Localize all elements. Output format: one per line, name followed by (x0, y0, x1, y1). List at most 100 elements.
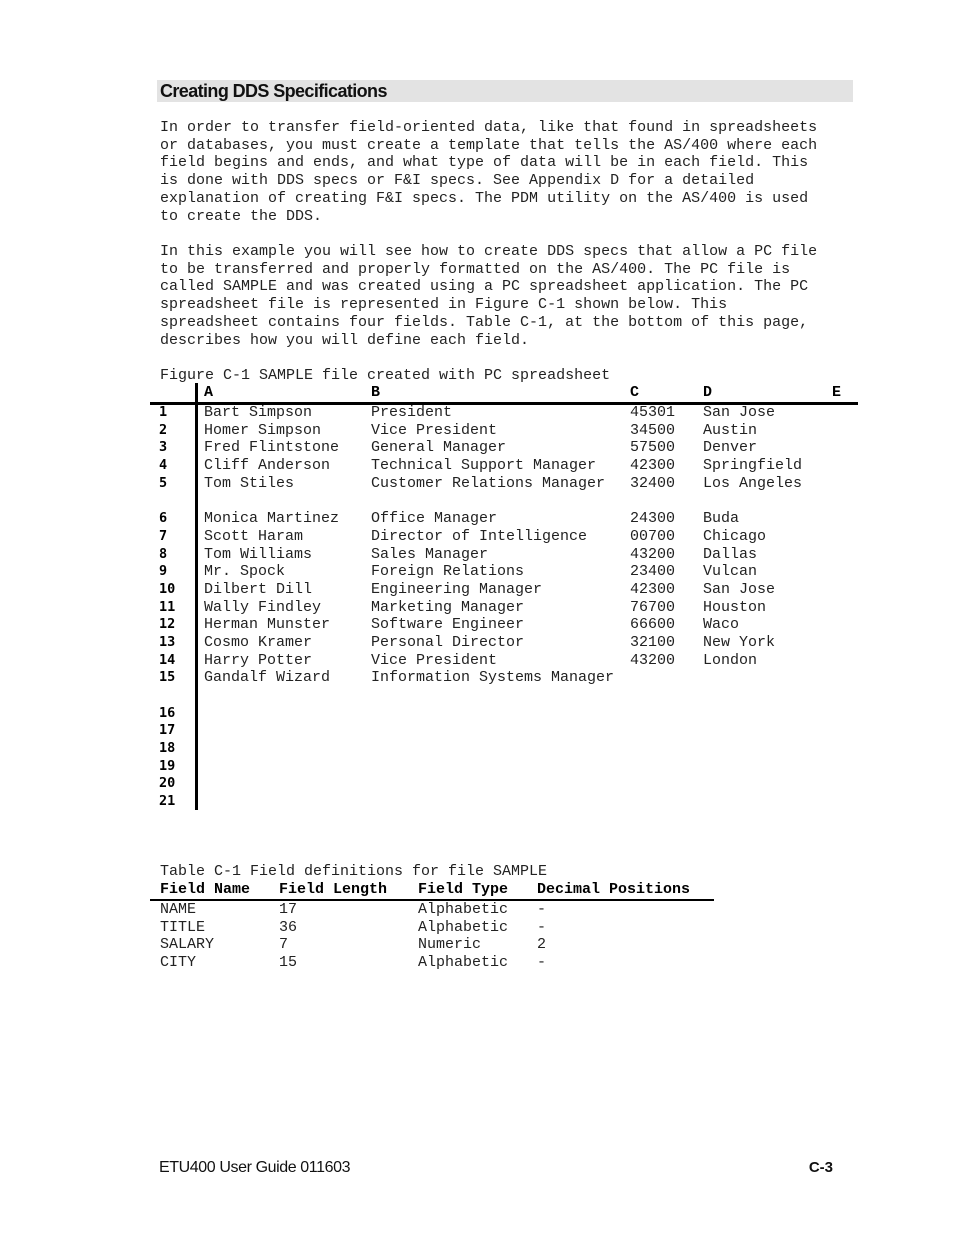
row-number: 5 (159, 474, 168, 491)
page-number: C-3 (808, 1159, 833, 1176)
spreadsheet-row: 13 Cosmo Kramer Personal Director 32100 New … (150, 634, 860, 652)
column-header-e: E (832, 384, 842, 401)
cell-salary: 23400 (630, 563, 676, 581)
field-type-cell: Alphabetic (418, 918, 509, 936)
cell-title: Technical Support Manager (371, 457, 597, 475)
figure-caption: Figure C-1 SAMPLE file created with PC s… (160, 367, 611, 384)
cell-name: Mr. Spock (204, 563, 286, 581)
decimal-positions-cell: - (537, 918, 547, 936)
cell-title: Vice President (371, 651, 498, 669)
spreadsheet-row: 15 Gandalf Wizard Information Systems Mana… (150, 669, 860, 704)
row-number: 10 (159, 580, 176, 597)
spreadsheet-row: 14 Harry Potter Vice President 43200 London (150, 652, 860, 670)
cell-city: Chicago (703, 527, 767, 545)
cell-title: Marketing Manager (371, 598, 525, 616)
spreadsheet-row: 19 (150, 758, 860, 776)
field-type-cell: Numeric (418, 936, 482, 954)
cell-city: New York (703, 633, 776, 651)
column-header-d: D (703, 384, 713, 401)
column-header-c: C (630, 384, 640, 401)
cell-name: Herman Munster (204, 616, 331, 634)
row-number: 15 (159, 669, 176, 686)
spreadsheet-row: 1 Bart Simpson President 45301 San Jose (150, 404, 860, 422)
spreadsheet-row: 12 Herman Munster Software Engineer 66600 Wa… (150, 616, 860, 634)
section-title: Creating DDS Specifications (160, 81, 387, 101)
cell-salary: 34500 (630, 421, 676, 439)
cell-name: Homer Simpson (204, 421, 322, 439)
cell-salary: 43200 (630, 545, 676, 563)
table-row: SALARY 7 Numeric 2 (150, 936, 715, 954)
row-number: 21 (159, 793, 176, 810)
row-number: 17 (159, 722, 176, 739)
header-field-type: Field Type (418, 881, 509, 898)
cell-title: Sales Manager (371, 545, 489, 563)
field-length-cell: 7 (279, 936, 289, 954)
row-number: 2 (159, 421, 168, 438)
cell-name: Tom Williams (204, 545, 313, 563)
cell-name: Cosmo Kramer (204, 633, 313, 651)
field-name-cell: NAME (160, 901, 197, 918)
table-row: NAME 17 Alphabetic - (150, 901, 715, 919)
decimal-positions-cell: - (537, 954, 547, 972)
row-number: 8 (159, 545, 168, 562)
field-type-cell: Alphabetic (418, 954, 509, 972)
cell-salary: 00700 (630, 527, 676, 545)
cell-title: Personal Director (371, 633, 525, 651)
row-number: 20 (159, 775, 176, 792)
spreadsheet-row: 9 Mr. Spock Foreign Relations 23400 Vulcan (150, 563, 860, 581)
spreadsheet-row: 18 (150, 740, 860, 758)
spreadsheet-row: 4 Cliff Anderson Technical Support Manager… (150, 457, 860, 475)
cell-name: Gandalf Wizard (204, 669, 331, 687)
cell-name: Tom Stiles (204, 474, 295, 492)
cell-city: Buda (703, 510, 740, 528)
spreadsheet-row: 6 Monica Martinez Office Manager 24300 Buda (150, 510, 860, 528)
cell-city: Dallas (703, 545, 758, 563)
field-type-cell: Alphabetic (418, 901, 509, 918)
row-number: 3 (159, 439, 168, 456)
cell-city: Houston (703, 598, 767, 616)
table-rows: NAME 17 Alphabetic - TITLE 36 Alphabetic - SALAR… (150, 901, 715, 972)
field-length-cell: 17 (279, 901, 298, 918)
spreadsheet-row: 20 (150, 775, 860, 793)
cell-title: Engineering Manager (371, 580, 543, 598)
cell-name: Harry Potter (204, 651, 313, 669)
cell-title: Director of Intelligence (371, 527, 588, 545)
cell-name: Cliff Anderson (204, 457, 331, 475)
cell-name: Bart Simpson (204, 404, 313, 421)
spreadsheet-row: 8 Tom Williams Sales Manager 43200 Dallas (150, 546, 860, 564)
cell-salary: 32400 (630, 474, 676, 492)
cell-title: Information Systems Manager (371, 669, 615, 687)
row-number: 6 (159, 510, 168, 527)
row-number: 1 (159, 404, 168, 420)
cell-name: Fred Flintstone (204, 439, 340, 457)
intro-paragraph: In order to transfer field-oriented data… (160, 119, 818, 225)
cell-salary: 57500 (630, 439, 676, 457)
decimal-positions-cell: - (537, 901, 547, 918)
cell-salary: 42300 (630, 580, 676, 598)
cell-salary: 45301 (630, 404, 676, 421)
cell-title: Office Manager (371, 510, 498, 528)
spreadsheet-row: 21 (150, 793, 860, 811)
spreadsheet-row: 2 Homer Simpson Vice President 34500 Austin (150, 422, 860, 440)
cell-name: Dilbert Dill (204, 580, 313, 598)
cell-title: President (371, 404, 453, 421)
row-number: 13 (159, 633, 176, 650)
cell-title: Vice President (371, 421, 498, 439)
section-header: Creating DDS Specifications (157, 80, 853, 102)
field-name-cell: CITY (160, 954, 197, 972)
spreadsheet-row: 3 Fred Flintstone General Manager 57500 Denv… (150, 439, 860, 457)
row-number: 11 (159, 598, 176, 615)
spreadsheet-rows: 1 Bart Simpson President 45301 San Jose 2 Home… (150, 404, 860, 811)
cell-city: San Jose (703, 580, 776, 598)
spreadsheet-row: 10 Dilbert Dill Engineering Manager 42300 Sa… (150, 581, 860, 599)
table-row: TITLE 36 Alphabetic - (150, 919, 715, 937)
decimal-positions-cell: 2 (537, 936, 547, 954)
header-field-name: Field Name (160, 881, 251, 898)
column-header-b: B (371, 384, 381, 401)
cell-city: Denver (703, 439, 758, 457)
row-number: 9 (159, 563, 168, 580)
cell-title: Software Engineer (371, 616, 525, 634)
cell-name: Monica Martinez (204, 510, 340, 528)
cell-salary: 24300 (630, 510, 676, 528)
row-number: 19 (159, 757, 176, 774)
